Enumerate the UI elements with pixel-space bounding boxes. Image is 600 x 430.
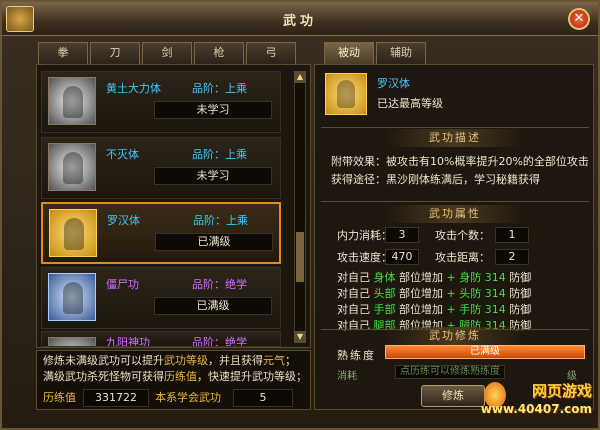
skill-name: 不灭体 — [106, 148, 139, 161]
tab-sword[interactable]: 剑 — [142, 42, 192, 64]
skill-grade: 品阶：绝学 — [192, 336, 247, 347]
skill-status: 未学习 — [154, 101, 272, 119]
mp-value: 3 — [385, 227, 419, 243]
skill-item[interactable]: 不灭体 品阶：上乘 未学习 — [41, 137, 281, 199]
skill-name: 九阳神功 — [106, 336, 150, 347]
skill-grade: 品阶：上乘 — [193, 214, 248, 227]
zombie-skull-icon — [48, 273, 96, 321]
effect-line: 附带效果：被攻击有10%概率提升20%的全部位攻击 — [331, 155, 589, 168]
window-title: 武功 — [282, 14, 317, 29]
exp-label: 历练值 — [43, 391, 76, 404]
footer-stats: 历练值 331722 本系学会武功 5 — [43, 389, 308, 407]
tab-blade[interactable]: 刀 — [90, 42, 140, 64]
armored-knight-icon — [48, 143, 96, 191]
site-watermark: 网页游戏 www.40407.com — [480, 380, 594, 424]
skill-item[interactable]: 黄土大力体 品阶：上乘 未学习 — [41, 71, 281, 133]
white-hair-icon — [48, 337, 96, 346]
title-bar[interactable]: 武功 ✕ — [2, 2, 598, 36]
skill-status: 未学习 — [154, 167, 272, 185]
atk-count-label: 攻击个数： — [435, 229, 490, 242]
proficiency-bar: 已满级 — [385, 345, 585, 359]
desc-header: 武功描述 — [385, 129, 525, 147]
exp-value: 331722 — [83, 389, 149, 407]
skill-item-selected[interactable]: 罗汉体 品阶：上乘 已满级 — [41, 202, 281, 264]
bonus-row: 对自己 手部 部位增加 + 手防 314 防御 — [337, 303, 532, 316]
scroll-thumb[interactable] — [296, 232, 304, 282]
bonus-row: 对自己 头部 部位增加 + 头防 314 防御 — [337, 287, 532, 300]
skill-grade: 品阶：上乘 — [192, 148, 247, 161]
skill-status: 已满级 — [155, 233, 273, 251]
skill-list-scrollbar[interactable]: ▲ ▼ — [294, 71, 306, 343]
divider — [321, 127, 589, 128]
attr-header: 武功属性 — [385, 205, 525, 223]
martial-arts-window: 武功 ✕ 拳 刀 剑 枪 弓 被动 辅助 黄土大力体 品阶：上乘 未学习 不灭体… — [0, 0, 600, 430]
tip-line-2: 满级武功杀死怪物可获得历练值，快速提升武功等级； — [43, 370, 307, 383]
tip-line-1: 修炼未满级武功可以提升武功等级，并且获得元气； — [43, 354, 296, 367]
tab-bow[interactable]: 弓 — [246, 42, 296, 64]
skill-item[interactable]: 僵尸功 品阶：绝学 已满级 — [41, 267, 281, 329]
bonus-row: 对自己 身体 部位增加 + 身防 314 防御 — [337, 271, 532, 284]
atk-range-value: 2 — [495, 249, 529, 265]
tab-fist[interactable]: 拳 — [38, 42, 88, 64]
scroll-down-icon[interactable]: ▼ — [294, 331, 306, 343]
atk-speed-value: 470 — [385, 249, 419, 265]
practice-header: 武功修炼 — [385, 327, 525, 345]
golden-buddha-icon — [49, 209, 97, 257]
skill-grade: 品阶：上乘 — [192, 82, 247, 95]
proficiency-label: 熟练度 — [337, 349, 376, 362]
tab-passive[interactable]: 被动 — [324, 42, 374, 64]
divider — [321, 201, 589, 202]
close-icon: ✕ — [573, 11, 585, 26]
learned-value: 5 — [233, 389, 293, 407]
atk-count-value: 1 — [495, 227, 529, 243]
training-tips: 修炼未满级武功可以提升武功等级，并且获得元气； 满级武功杀死怪物可获得历练值，快… — [36, 350, 311, 410]
consume-hint: 点历练可以修炼熟练度 — [395, 365, 505, 379]
skill-item[interactable]: 九阳神功 品阶：绝学 — [41, 331, 281, 347]
obtain-line: 获得途径：黑沙刚体练满后，学习秘籍获得 — [331, 173, 540, 186]
skill-name: 僵尸功 — [106, 278, 139, 291]
detail-level-text: 已达最高等级 — [377, 97, 443, 110]
watermark-bottom: www.40407.com — [480, 402, 592, 416]
mp-label: 内力消耗： — [337, 229, 392, 242]
watermark-top: 网页游戏 — [531, 382, 592, 400]
tab-support[interactable]: 辅助 — [376, 42, 426, 64]
detail-skill-name: 罗汉体 — [377, 77, 410, 90]
skill-grade: 品阶：绝学 — [192, 278, 247, 291]
skill-list: 黄土大力体 品阶：上乘 未学习 不灭体 品阶：上乘 未学习 罗汉体 品阶：上乘 … — [36, 64, 311, 348]
consume-label: 消耗 — [337, 371, 357, 382]
skill-name: 罗汉体 — [107, 214, 140, 227]
close-button[interactable]: ✕ — [568, 8, 590, 30]
skeleton-warrior-icon — [48, 77, 96, 125]
tab-spear[interactable]: 枪 — [194, 42, 244, 64]
learned-label: 本系学会武功 — [155, 391, 221, 404]
golden-buddha-icon — [325, 73, 367, 115]
scroll-up-icon[interactable]: ▲ — [294, 71, 306, 83]
practice-button[interactable]: 修炼 — [421, 385, 485, 407]
skill-detail: 罗汉体 已达最高等级 武功描述 附带效果：被攻击有10%概率提升20%的全部位攻… — [314, 64, 594, 410]
skill-name: 黄土大力体 — [106, 82, 161, 95]
skill-status: 已满级 — [154, 297, 272, 315]
atk-range-label: 攻击距离： — [435, 251, 490, 264]
atk-speed-label: 攻击速度： — [337, 251, 392, 264]
